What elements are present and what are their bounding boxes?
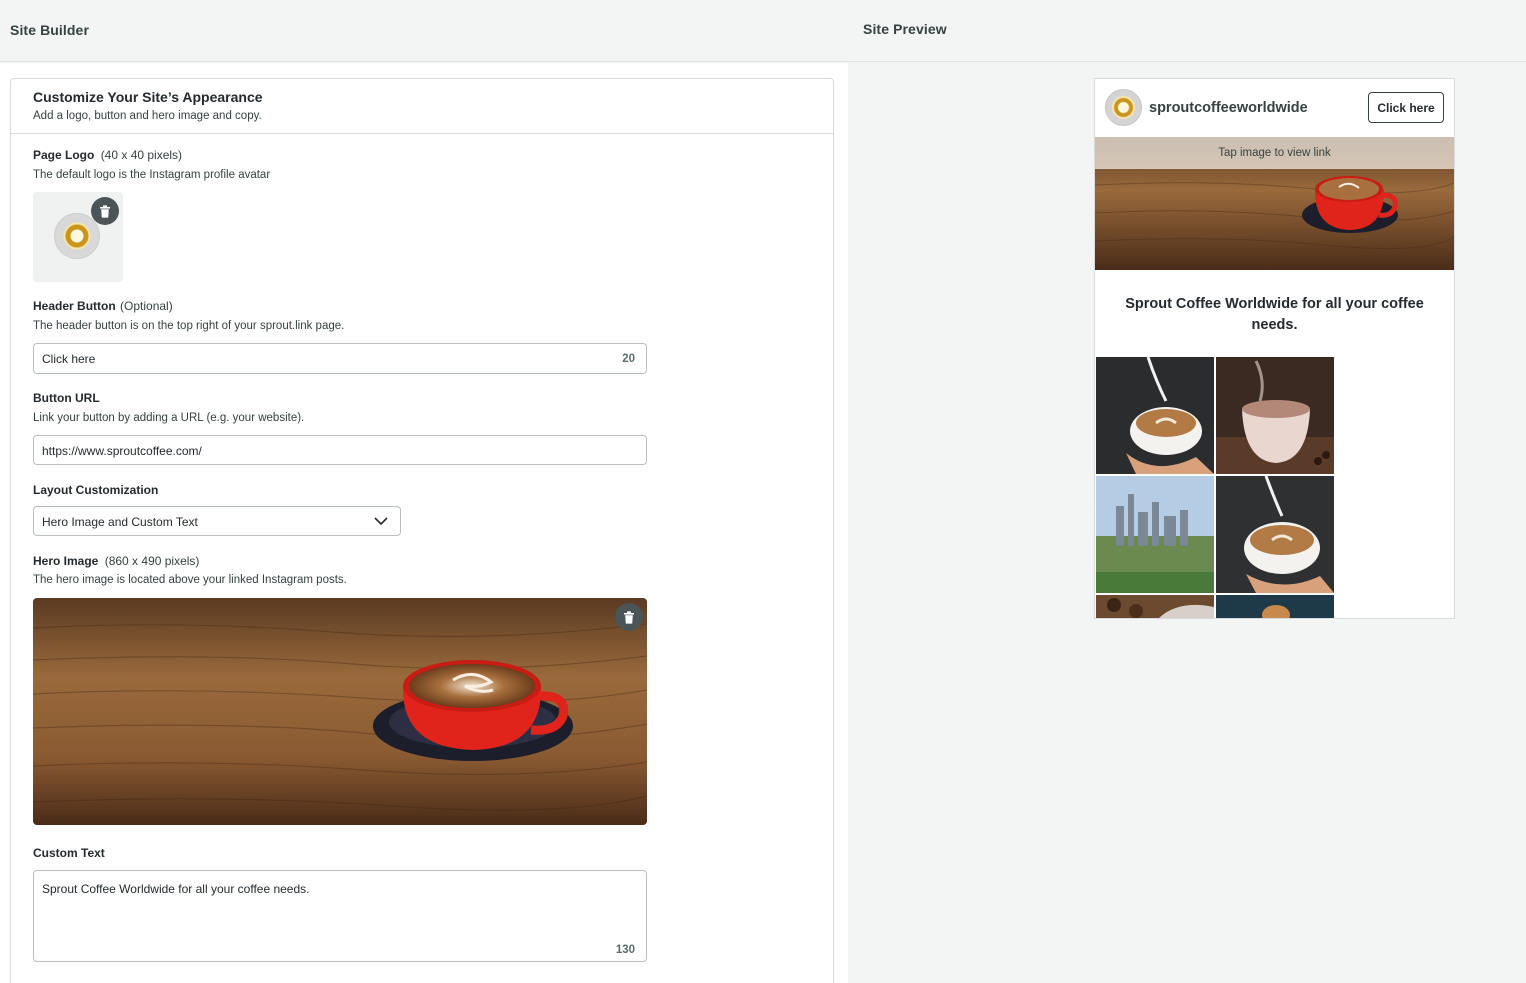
card-header: Customize Your Site’s Appearance Add a l… [11, 79, 833, 134]
page-logo-help: The default logo is the Instagram profil… [33, 169, 271, 181]
preview-post-tile[interactable] [1216, 357, 1334, 474]
button-url-help: Link your button by adding a URL (e.g. y… [33, 412, 305, 424]
preview-site-header: sproutcoffeeworldwide Click here [1095, 79, 1454, 137]
delete-logo-button[interactable] [91, 197, 119, 225]
preview-hero-image[interactable]: Tap image to view link [1095, 137, 1454, 270]
preview-post-tile[interactable] [1096, 357, 1214, 474]
page-logo-label: Page Logo (40 x 40 pixels) [33, 148, 182, 162]
header-button-label: Header Button (Optional) [33, 299, 173, 313]
layout-select[interactable]: Hero Image and Custom Text [33, 506, 401, 536]
hero-image[interactable] [33, 598, 647, 825]
post-latte-pour [1216, 476, 1334, 593]
custom-text-value: Sprout Coffee Worldwide for all your cof… [42, 882, 310, 896]
hero-image-help: The hero image is located above your lin… [33, 574, 347, 586]
preview-header-button[interactable]: Click here [1368, 92, 1444, 123]
builder-header [0, 0, 848, 62]
chevron-down-icon [374, 517, 388, 526]
post-coffee-beans [1096, 595, 1214, 618]
card-title: Customize Your Site’s Appearance [33, 89, 263, 105]
hero-image-size-hint: (860 x 490 pixels) [104, 554, 200, 568]
logo-image [54, 213, 100, 259]
header-button-value: Click here [42, 352, 96, 366]
post-hot-coffee [1216, 357, 1334, 474]
post-city-skyline [1096, 476, 1214, 593]
header-button-char-count: 20 [622, 353, 635, 365]
post-latte-hand [1096, 357, 1214, 474]
post-iced-coffee [1216, 595, 1334, 618]
hero-image-art [33, 598, 647, 825]
preview-post-tile[interactable] [1096, 595, 1214, 618]
header-button-label-text: Header Button [33, 299, 116, 313]
custom-text-label: Custom Text [33, 846, 105, 860]
layout-selected-value: Hero Image and Custom Text [42, 515, 198, 529]
trash-icon [100, 204, 110, 218]
preview-post-grid [1096, 357, 1336, 618]
page-logo-size-hint: (40 x 40 pixels) [100, 148, 183, 162]
builder-title: Site Builder [10, 22, 89, 38]
button-url-label: Button URL [33, 391, 100, 405]
hero-image-label-text: Hero Image [33, 554, 99, 568]
hero-image-label: Hero Image (860 x 490 pixels) [33, 554, 199, 568]
preview-username: sproutcoffeeworldwide [1149, 100, 1308, 116]
preview-header [848, 0, 1526, 62]
preview-title: Site Preview [863, 21, 947, 37]
card-subtitle: Add a logo, button and hero image and co… [33, 110, 262, 122]
custom-text-char-count: 130 [615, 944, 635, 956]
header-button-optional: (Optional) [120, 299, 173, 313]
page-logo-label-text: Page Logo [33, 148, 95, 162]
button-url-value: https://www.sproutcoffee.com/ [42, 444, 202, 458]
preview-post-tile[interactable] [1096, 476, 1214, 593]
delete-hero-button[interactable] [615, 603, 643, 631]
header-button-input[interactable]: Click here 20 [33, 343, 647, 374]
layout-label: Layout Customization [33, 483, 159, 497]
site-preview-frame: sproutcoffeeworldwide Click here Tap ima… [1094, 78, 1455, 619]
header-button-help: The header button is on the top right of… [33, 320, 345, 332]
preview-custom-text: Sprout Coffee Worldwide for all your cof… [1125, 296, 1424, 333]
preview-avatar [1105, 89, 1142, 126]
preview-post-tile[interactable] [1216, 595, 1334, 618]
custom-text-input[interactable]: Sprout Coffee Worldwide for all your cof… [33, 870, 647, 962]
button-url-input[interactable]: https://www.sproutcoffee.com/ [33, 435, 647, 465]
trash-icon [624, 610, 634, 624]
preview-tap-hint: Tap image to view link [1095, 137, 1454, 169]
preview-post-tile[interactable] [1216, 476, 1334, 593]
